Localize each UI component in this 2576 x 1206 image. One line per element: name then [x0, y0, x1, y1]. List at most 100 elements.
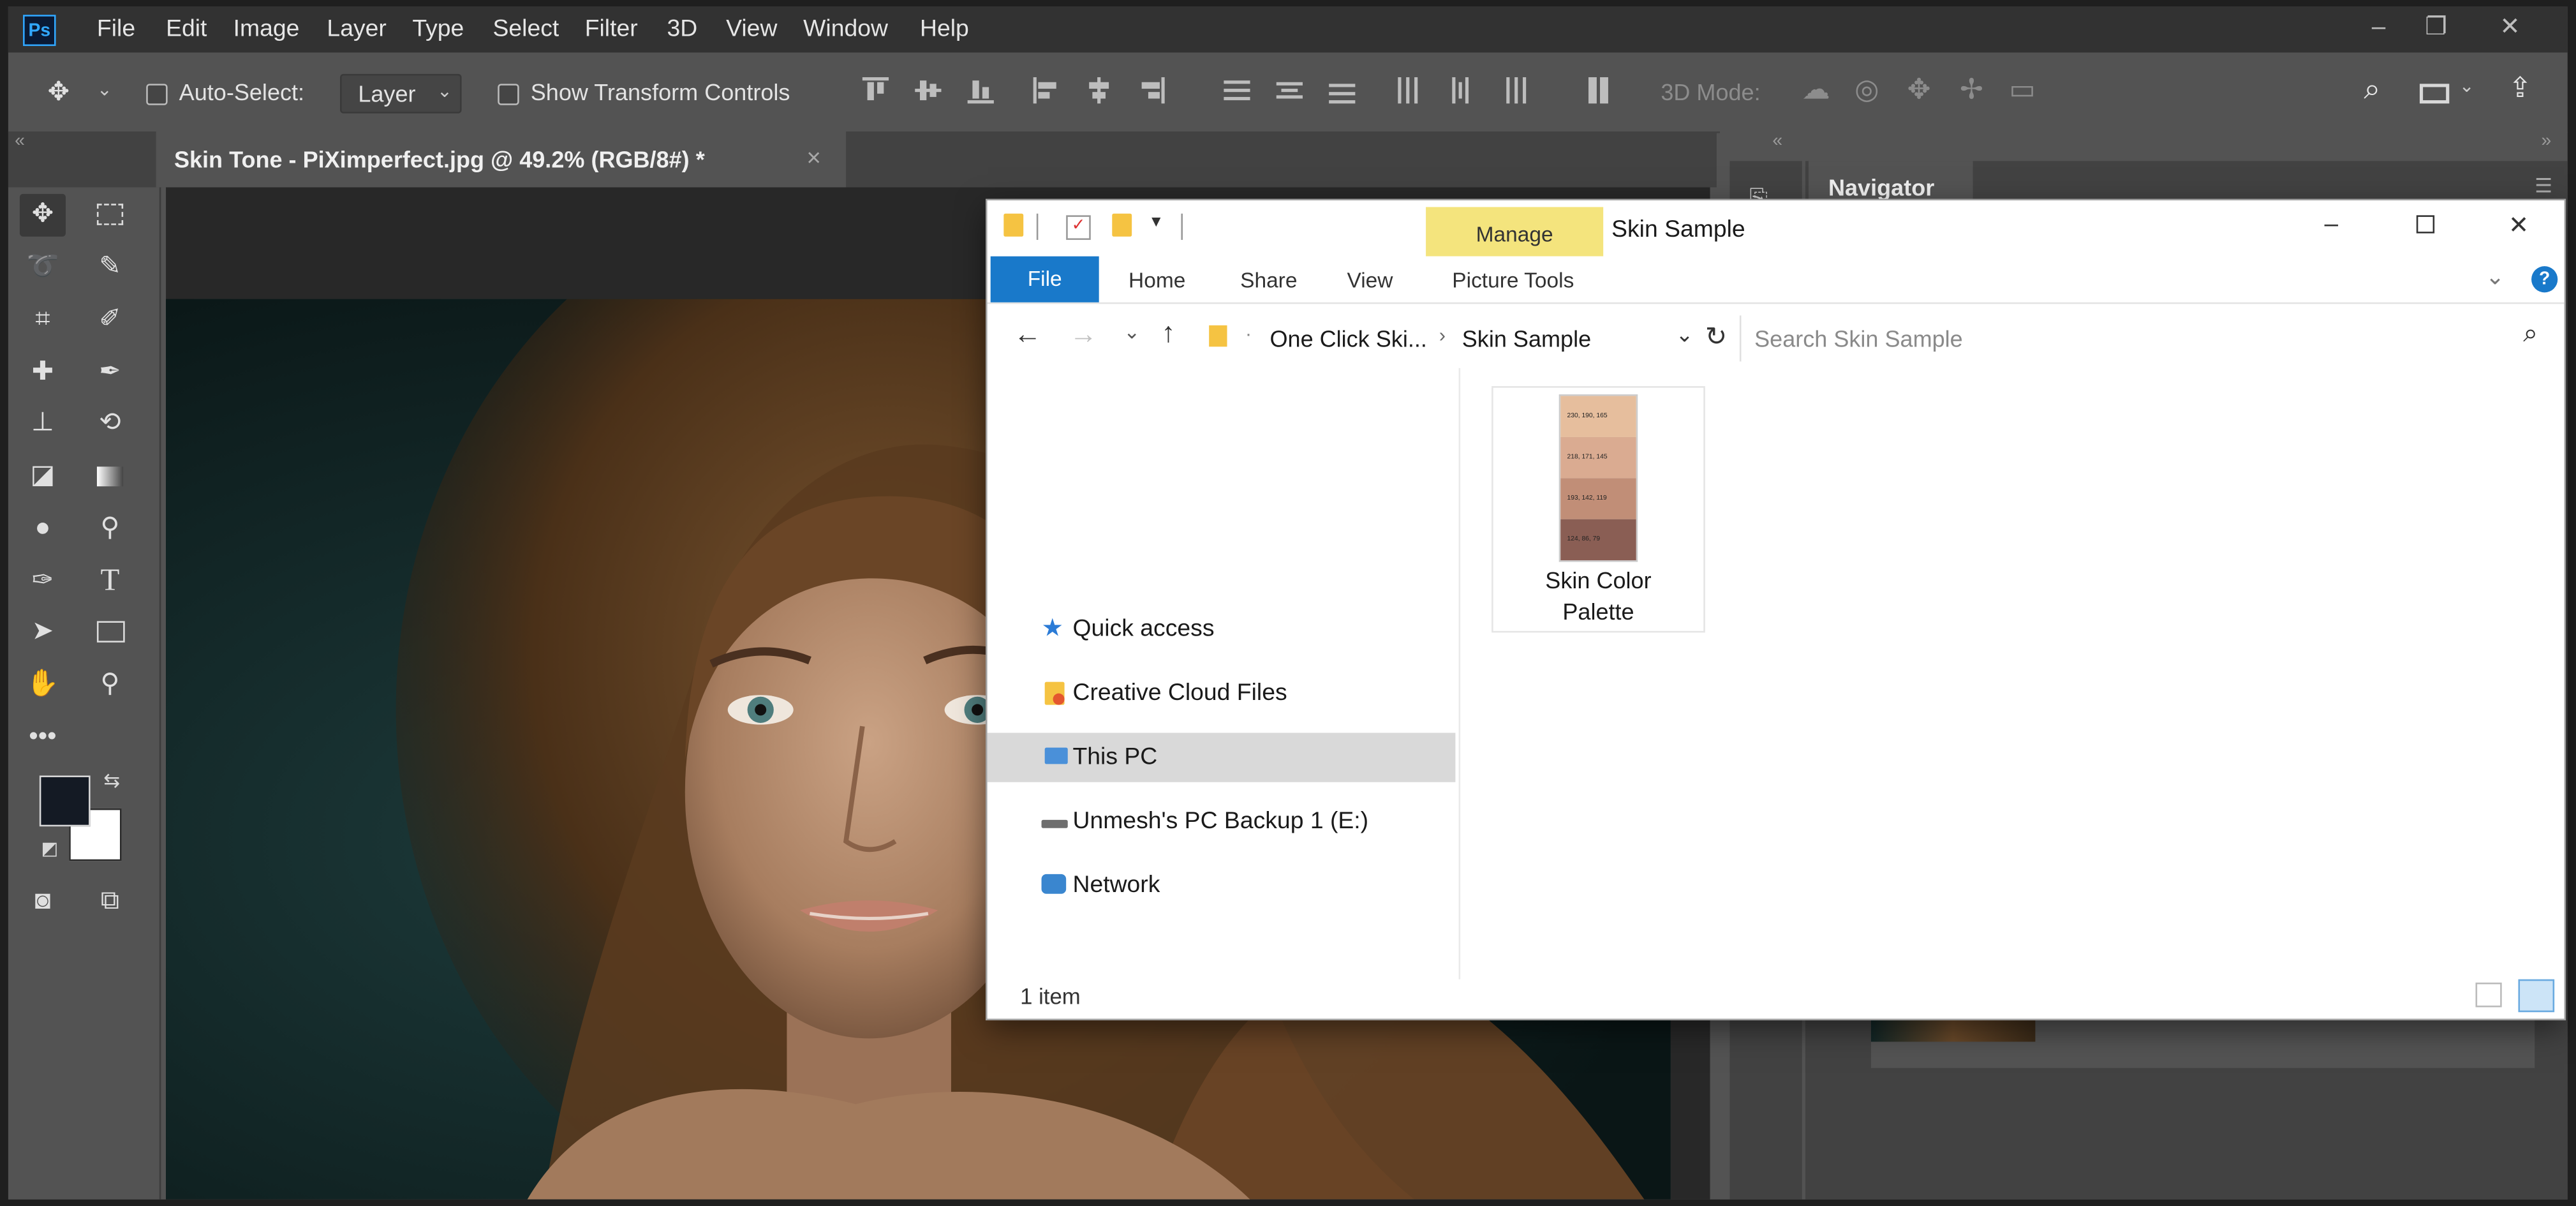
align-left-icon[interactable] [1033, 77, 1060, 104]
ribbon-tab-share[interactable]: Share [1240, 268, 1297, 293]
ribbon-tab-file[interactable]: File [990, 256, 1099, 302]
auto-select-dropdown[interactable]: Layer ⌄ [340, 73, 462, 114]
search-icon[interactable]: ⌕ [2523, 320, 2538, 350]
back-arrow-icon[interactable]: ← [1014, 319, 1042, 352]
path-select-tool-icon[interactable]: ➤ [20, 611, 66, 654]
3d-roll-icon[interactable]: ◎ [1854, 74, 1879, 107]
menu-edit[interactable]: Edit [166, 17, 207, 43]
expand-ribbon-icon[interactable]: ⌄ [2485, 263, 2505, 291]
pen-tool-icon[interactable]: ✑ [20, 560, 66, 603]
nav-item-backup-drive[interactable]: Unmesh's PC Backup 1 (E:) [988, 797, 1456, 846]
large-icons-view-icon[interactable] [2518, 979, 2555, 1013]
marquee-tool-icon[interactable] [87, 194, 133, 237]
distribute-bottom-icon[interactable] [1329, 77, 1356, 104]
screen-mode-icon[interactable]: ⧉ [87, 881, 133, 923]
nav-item-network[interactable]: Network [988, 861, 1456, 910]
align-right-icon[interactable] [1138, 77, 1165, 104]
eraser-tool-icon[interactable]: ◪ [20, 455, 66, 498]
dodge-tool-icon[interactable]: ⚲ [87, 508, 133, 551]
menu-filter[interactable]: Filter [585, 17, 638, 43]
quick-mask-icon[interactable]: ◙ [20, 881, 66, 923]
quick-access-toolbar-dropdown-icon[interactable]: ▾ [1151, 211, 1160, 232]
share-icon[interactable]: ⇪ [2508, 72, 2532, 105]
lasso-tool-icon[interactable]: ➰ [20, 246, 66, 289]
menu-file[interactable]: File [97, 17, 135, 43]
move-tool-icon[interactable]: ✥ [48, 75, 70, 108]
type-tool-icon[interactable]: T [87, 560, 133, 603]
menu-layer[interactable]: Layer [327, 17, 386, 43]
align-bottom-icon[interactable] [967, 77, 994, 104]
workspace-icon[interactable] [2419, 84, 2450, 104]
align-top-icon[interactable] [862, 77, 889, 103]
distribute-right-icon[interactable] [1500, 77, 1527, 104]
file-item-skin-color-palette[interactable]: 230, 190, 165 218, 171, 145 193, 142, 11… [1492, 386, 1705, 633]
search-input[interactable]: Search Skin Sample ⌕ [1739, 315, 2556, 362]
swap-colors-icon[interactable]: ⇆ [103, 769, 120, 792]
breadcrumb-current[interactable]: Skin Sample [1462, 325, 1591, 352]
3d-scale-icon[interactable]: ▭ [2009, 74, 2035, 107]
address-bar[interactable]: · One Click Ski... › Skin Sample ⌄ ↻ [1203, 315, 1735, 361]
ribbon-tab-home[interactable]: Home [1129, 268, 1185, 293]
distribute-hcenter-icon[interactable] [1447, 77, 1474, 104]
auto-align-icon[interactable] [1585, 77, 1611, 104]
collapse-panel-icon[interactable]: « [1772, 131, 1782, 151]
nav-item-this-pc[interactable]: This PC [987, 733, 1456, 782]
3d-pan-icon[interactable]: ✥ [1907, 74, 1931, 107]
stamp-tool-icon[interactable]: ⊥ [20, 403, 66, 445]
explorer-maximize-button[interactable] [2416, 215, 2435, 234]
new-folder-icon[interactable] [1112, 213, 1132, 237]
minimize-button[interactable]: – [2354, 10, 2403, 46]
distribute-vcenter-icon[interactable] [1276, 77, 1303, 103]
panel-menu-icon[interactable]: ☰ [2535, 174, 2552, 197]
ribbon-tab-view[interactable]: View [1347, 268, 1393, 293]
healing-brush-tool-icon[interactable]: ✚ [20, 352, 66, 394]
align-hcenter-icon[interactable] [1086, 77, 1112, 104]
gradient-tool-icon[interactable] [87, 455, 133, 498]
chevron-down-icon[interactable]: ⌄ [2459, 75, 2475, 97]
breadcrumb-parent[interactable]: One Click Ski... [1269, 325, 1426, 352]
show-transform-checkbox[interactable] [498, 84, 519, 105]
more-tools-icon[interactable]: ••• [20, 717, 66, 759]
crop-tool-icon[interactable]: ⌗ [20, 299, 66, 342]
expand-panel-icon[interactable]: » [2542, 131, 2552, 151]
menu-3d[interactable]: 3D [667, 17, 697, 43]
zoom-tool-icon[interactable]: ⚲ [87, 664, 133, 706]
properties-icon[interactable]: ✓ [1066, 215, 1091, 240]
menu-select[interactable]: Select [493, 17, 559, 43]
collapse-left-icon[interactable]: « [15, 131, 25, 151]
auto-select-checkbox[interactable] [146, 84, 168, 105]
hand-tool-icon[interactable]: ✋ [20, 664, 66, 706]
details-view-icon[interactable] [2475, 982, 2502, 1008]
foreground-color-swatch[interactable] [39, 775, 91, 827]
up-arrow-icon[interactable]: ↑ [1162, 317, 1176, 350]
brush-tool-icon[interactable]: ✒ [87, 352, 133, 394]
explorer-close-button[interactable]: ✕ [2508, 211, 2529, 240]
help-icon[interactable]: ? [2531, 266, 2558, 293]
document-tab[interactable]: Skin Tone - PiXimperfect.jpg @ 49.2% (RG… [156, 131, 847, 188]
nav-item-creative-cloud[interactable]: Creative Cloud Files [988, 669, 1456, 718]
explorer-minimize-button[interactable]: – [2325, 211, 2338, 239]
close-button[interactable]: ✕ [2485, 10, 2535, 46]
3d-orbit-icon[interactable]: ☁ [1802, 74, 1830, 107]
chevron-down-icon[interactable]: ⌄ [97, 79, 112, 100]
3d-slide-icon[interactable]: ✢ [1960, 74, 1983, 107]
refresh-icon[interactable]: ↻ [1705, 320, 1728, 354]
manage-tab[interactable]: Manage [1426, 207, 1604, 257]
distribute-top-icon[interactable] [1224, 77, 1250, 103]
menu-type[interactable]: Type [412, 17, 464, 43]
distribute-left-icon[interactable] [1395, 77, 1421, 104]
align-vcenter-icon[interactable] [915, 77, 942, 103]
blur-tool-icon[interactable]: ● [20, 508, 66, 551]
forward-arrow-icon[interactable]: → [1069, 319, 1097, 352]
history-brush-tool-icon[interactable]: ⟲ [87, 403, 133, 445]
nav-item-quick-access[interactable]: ★ Quick access [988, 605, 1456, 654]
menu-help[interactable]: Help [920, 17, 969, 43]
menu-view[interactable]: View [726, 17, 777, 43]
default-colors-icon[interactable]: ◩ [41, 838, 58, 860]
ribbon-tab-picture-tools[interactable]: Picture Tools [1452, 268, 1574, 293]
quick-select-tool-icon[interactable]: ✎ [87, 246, 133, 289]
restore-button[interactable]: ❐ [2411, 10, 2461, 46]
recent-locations-icon[interactable]: ⌄ [1123, 320, 1140, 343]
document-tab-close[interactable]: × [806, 145, 821, 173]
menu-window[interactable]: Window [803, 17, 888, 43]
